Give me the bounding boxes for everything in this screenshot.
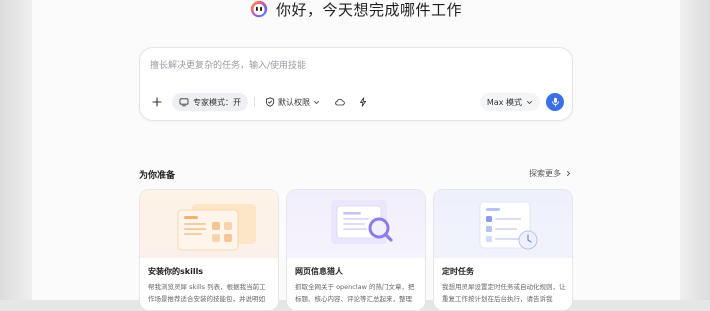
window-shadow-left: [0, 0, 32, 300]
card-title: 网页信息猎人: [295, 267, 343, 276]
card-title: 定时任务: [442, 267, 474, 276]
add-attachment-button[interactable]: [148, 93, 166, 111]
explore-more-link[interactable]: 探索更多: [529, 168, 572, 179]
chevron-down-icon: [314, 100, 319, 104]
card-description: 抓取全网关于 openclaw 的热门文章，把标题、核心内容、评论等汇总起来，整…: [295, 283, 415, 303]
greeting-header: 你好，今天想完成哪件工作: [32, 0, 680, 20]
model-mode-label: Max 模式: [486, 97, 522, 107]
greeting-text: 你好，今天想完成哪件工作: [275, 0, 462, 19]
suggestion-card-web-hunter[interactable]: 网页信息猎人 抓取全网关于 openclaw 的热门文章，把标题、核心内容、评论…: [286, 189, 426, 311]
app-logo-icon: [250, 0, 268, 18]
toolbar-divider: [254, 97, 255, 107]
expert-mode-label: 专家模式：开: [193, 97, 241, 107]
scheduled-task-card-illustration: [434, 190, 572, 258]
shield-check-icon: [265, 97, 275, 107]
microphone-icon: [551, 97, 559, 107]
lightning-icon: [359, 97, 367, 107]
chevron-down-icon: [527, 100, 532, 104]
model-mode-dropdown[interactable]: Max 模式: [479, 93, 540, 111]
main-window: 你好，今天想完成哪件工作 擅长解决更复杂的任务，输入/使用技能 专家模式：开 默…: [32, 0, 680, 311]
suggestion-card-skills[interactable]: 安装你的skills 帮我浏览灵犀 skills 列表，根据我当前工作场景推荐适…: [139, 189, 279, 311]
explore-more-label: 探索更多: [529, 169, 561, 178]
quick-action-button[interactable]: [354, 93, 372, 111]
card-description: 我想用灵犀设置定时任务或自动化规则，让重复工作按计划在后台执行，请告诉我: [442, 283, 566, 303]
card-title: 安装你的skills: [148, 267, 204, 276]
expert-mode-toggle[interactable]: 专家模式：开: [172, 93, 248, 111]
permission-dropdown[interactable]: 默认权限: [261, 93, 324, 111]
cloud-icon: [334, 98, 345, 106]
plus-icon: [152, 97, 162, 107]
window-shadow-right: [680, 0, 710, 300]
section-title: 为你准备: [139, 171, 176, 181]
chevron-right-icon: [567, 171, 571, 176]
permission-label: 默认权限: [278, 97, 310, 107]
cloud-button[interactable]: [330, 93, 348, 111]
task-composer[interactable]: 擅长解决更复杂的任务，输入/使用技能 专家模式：开 默认权限 Max 模式: [139, 47, 573, 121]
card-description: 帮我浏览灵犀 skills 列表，根据我当前工作场景推荐适合安装的技能包，并说明…: [148, 283, 266, 303]
skills-card-illustration: [140, 190, 278, 258]
voice-input-button[interactable]: [546, 93, 564, 111]
composer-placeholder[interactable]: 擅长解决更复杂的任务，输入/使用技能: [150, 58, 306, 71]
suggestion-card-scheduled-task[interactable]: 定时任务 我想用灵犀设置定时任务或自动化规则，让重复工作按计划在后台执行，请告诉…: [433, 189, 573, 311]
monitor-icon: [179, 98, 189, 107]
web-hunter-card-illustration: [287, 190, 425, 258]
composer-toolbar: 专家模式：开 默认权限 Max 模式: [148, 93, 564, 111]
